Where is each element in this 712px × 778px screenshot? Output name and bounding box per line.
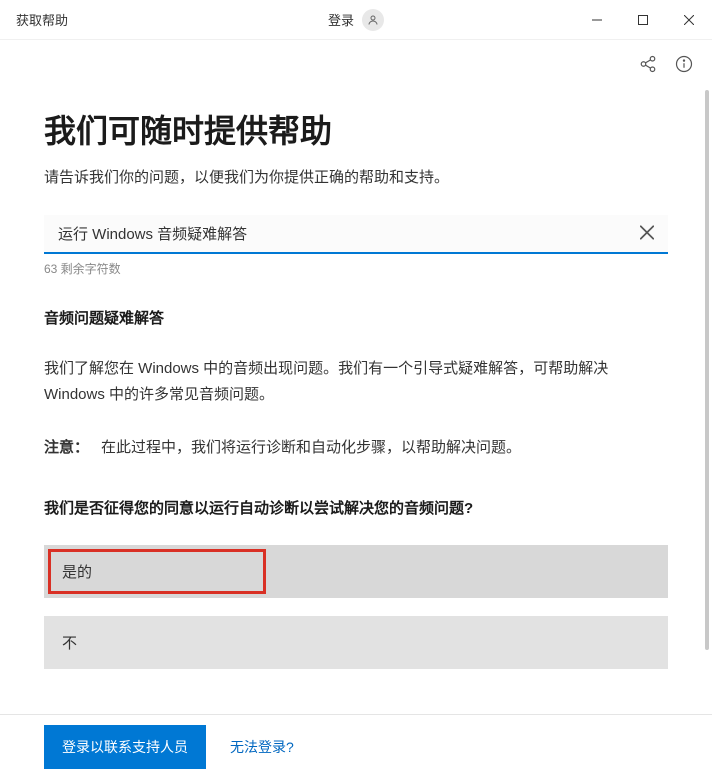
page-title: 我们可随时提供帮助 <box>44 106 668 152</box>
note-row: 注意： 在此过程中，我们将运行诊断和自动化步骤，以帮助解决问题。 <box>44 435 668 461</box>
note-text: 在此过程中，我们将运行诊断和自动化步骤，以帮助解决问题。 <box>101 439 521 456</box>
scrollbar[interactable] <box>704 90 710 690</box>
share-icon[interactable] <box>638 54 658 74</box>
clear-icon[interactable] <box>636 221 658 248</box>
char-count: 63 剩余字符数 <box>44 260 668 277</box>
content-area: 我们可随时提供帮助 请告诉我们你的问题，以便我们为你提供正确的帮助和支持。 63… <box>0 88 712 714</box>
option-yes-label: 是的 <box>62 564 92 581</box>
cannot-signin-link[interactable]: 无法登录? <box>230 737 294 757</box>
toolbar <box>0 40 712 88</box>
option-no-button[interactable]: 不 <box>44 616 668 669</box>
consent-question: 我们是否征得您的同意以运行自动诊断以尝试解决您的音频问题? <box>44 497 668 521</box>
search-input[interactable] <box>44 215 668 254</box>
signin-support-button[interactable]: 登录以联系支持人员 <box>44 725 206 769</box>
section-body: 我们了解您在 Windows 中的音频出现问题。我们有一个引导式疑难解答，可帮助… <box>44 356 668 407</box>
maximize-button[interactable] <box>620 0 666 40</box>
section-heading: 音频问题疑难解答 <box>44 307 668 328</box>
info-icon[interactable] <box>674 54 694 74</box>
app-name: 获取帮助 <box>16 10 68 29</box>
login-area[interactable]: 登录 <box>328 9 384 31</box>
close-button[interactable] <box>666 0 712 40</box>
scrollbar-thumb[interactable] <box>705 90 709 650</box>
page-subtitle: 请告诉我们你的问题，以便我们为你提供正确的帮助和支持。 <box>44 166 668 187</box>
user-icon <box>362 9 384 31</box>
footer: 登录以联系支持人员 无法登录? <box>0 714 712 778</box>
login-label: 登录 <box>328 10 354 29</box>
option-yes-button[interactable]: 是的 <box>44 545 668 598</box>
search-box <box>44 215 668 254</box>
option-no-label: 不 <box>62 635 77 652</box>
minimize-button[interactable] <box>574 0 620 40</box>
titlebar: 获取帮助 登录 <box>0 0 712 40</box>
note-label: 注意： <box>44 439 89 456</box>
window-controls <box>574 0 712 39</box>
